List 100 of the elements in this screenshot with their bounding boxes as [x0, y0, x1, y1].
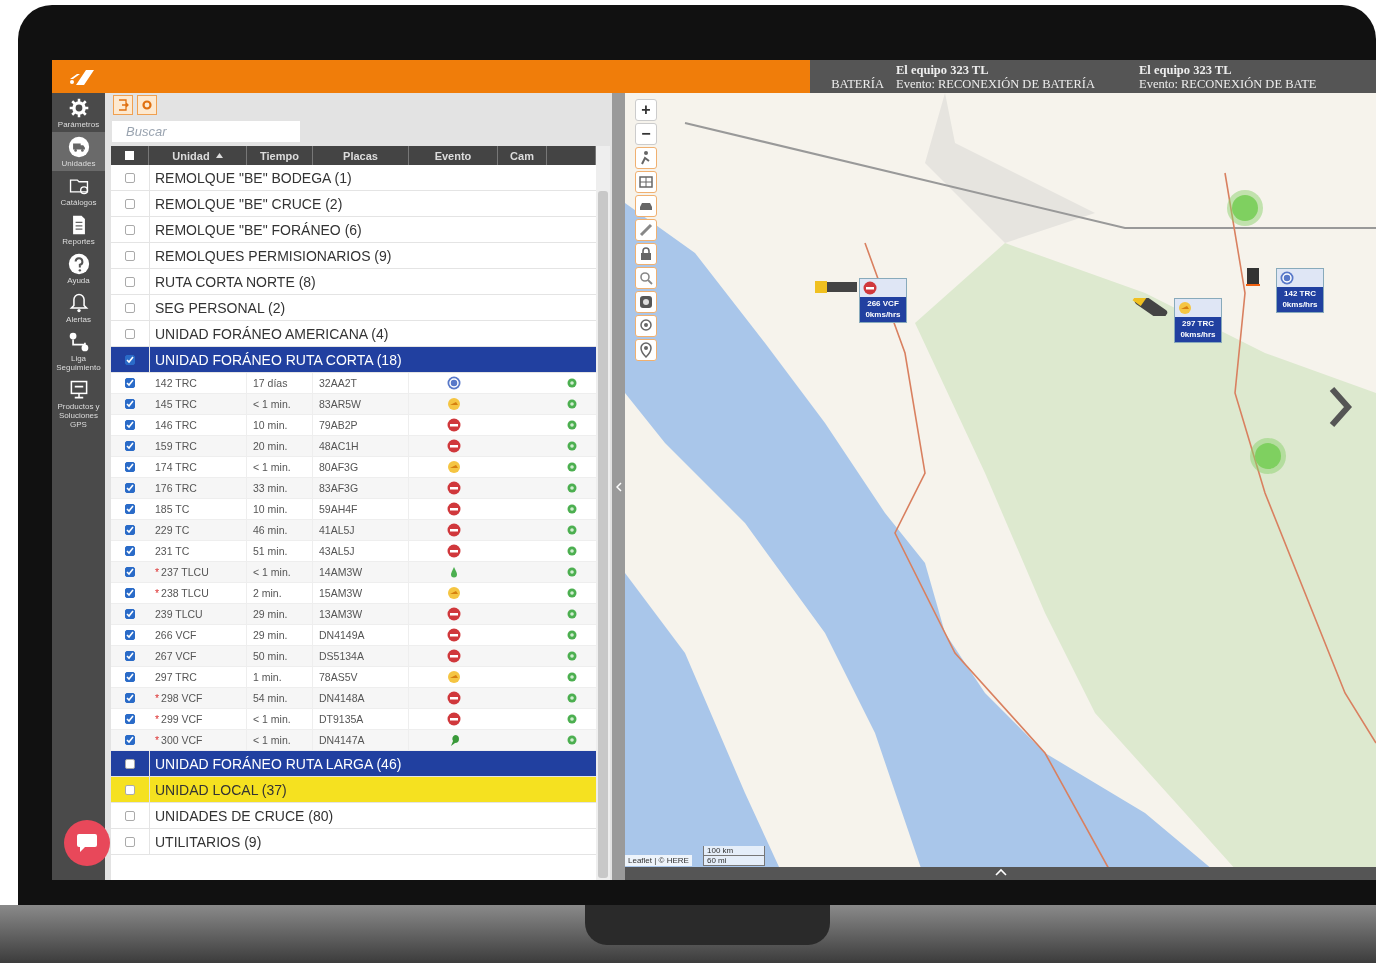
settings-button[interactable] — [137, 95, 157, 115]
export-button[interactable] — [113, 95, 133, 115]
settings-icon — [67, 97, 90, 119]
row-checkbox[interactable] — [125, 354, 135, 365]
help-icon — [67, 253, 90, 275]
row-checkbox[interactable] — [125, 588, 135, 598]
row-checkbox[interactable] — [125, 735, 135, 745]
row-checkbox[interactable] — [125, 276, 135, 287]
splitter-handle[interactable] — [612, 93, 625, 880]
row-checkbox[interactable] — [125, 630, 135, 640]
notification-title: El equipo 323 TL — [896, 63, 990, 77]
zoom-out-button[interactable]: − — [635, 123, 657, 145]
row-checkbox[interactable] — [125, 250, 135, 261]
group-row[interactable]: UNIDAD LOCAL (37) — [111, 777, 596, 803]
plate-cell: DN4149A — [319, 629, 365, 641]
plate-cell: 43AL5J — [319, 545, 355, 557]
group-row[interactable]: REMOLQUES PERMISIONARIOS (9) — [111, 243, 596, 269]
row-checkbox[interactable] — [125, 525, 135, 535]
unit-name: 231 TC — [155, 545, 190, 557]
row-checkbox[interactable] — [125, 198, 135, 209]
group-label: UNIDAD LOCAL (37) — [155, 781, 287, 798]
row-checkbox[interactable] — [125, 302, 135, 313]
sidebar-item[interactable]: Parámetros — [52, 93, 105, 132]
sidebar-item[interactable]: Liga Seguimiento — [52, 327, 105, 375]
status-dot-icon — [566, 420, 577, 430]
check-icon — [126, 355, 134, 364]
map-tool-button[interactable] — [635, 195, 657, 217]
column-header[interactable]: Tiempo — [247, 146, 313, 165]
row-checkbox[interactable] — [125, 693, 135, 703]
row-checkbox[interactable] — [125, 462, 135, 472]
zoom-in-button[interactable]: + — [635, 99, 657, 121]
group-row[interactable]: UNIDAD FORÁNEO RUTA LARGA (46) — [111, 751, 596, 777]
group-label: UNIDAD FORÁNEO AMERICANA (4) — [155, 325, 389, 342]
map-tool-button[interactable] — [635, 291, 657, 313]
row-checkbox[interactable] — [125, 609, 135, 619]
unit-name: 266 VCF — [155, 629, 197, 641]
row-checkbox[interactable] — [125, 714, 135, 724]
column-header[interactable]: Placas — [313, 146, 409, 165]
row-checkbox[interactable] — [125, 483, 135, 493]
row-checkbox[interactable] — [125, 651, 135, 661]
unit-name: 145 TRC — [155, 398, 197, 410]
flag-marker: * — [155, 692, 160, 704]
sidebar-item[interactable]: Productos y Soluciones GPS — [52, 375, 105, 432]
status-dot-icon — [566, 651, 577, 661]
group-row[interactable]: REMOLQUE "BE" FORÁNEO (6) — [111, 217, 596, 243]
time-cell: 29 min. — [253, 629, 288, 641]
column-header[interactable]: Evento — [409, 146, 498, 165]
row-checkbox[interactable] — [125, 810, 135, 821]
row-checkbox[interactable] — [125, 420, 135, 430]
time-cell: 10 min. — [253, 419, 288, 431]
row-checkbox[interactable] — [125, 758, 135, 769]
row-checkbox[interactable] — [125, 378, 135, 388]
group-row[interactable]: RUTA CORTA NORTE (8) — [111, 269, 596, 295]
map-tool-button[interactable] — [635, 147, 657, 169]
sidebar-item[interactable]: Reportes — [52, 210, 105, 249]
row-checkbox[interactable] — [125, 567, 135, 577]
unit-name: 300 VCF — [161, 734, 203, 746]
map-tool-button[interactable] — [635, 219, 657, 241]
check-icon — [126, 715, 134, 723]
check-icon — [126, 589, 134, 597]
map-tool-button[interactable] — [635, 339, 657, 361]
row-checkbox[interactable] — [125, 441, 135, 451]
header-checkbox[interactable] — [125, 151, 134, 160]
column-header[interactable]: Cam — [498, 146, 547, 165]
export-icon — [117, 99, 129, 111]
row-checkbox[interactable] — [125, 836, 135, 847]
map-tool-button[interactable] — [635, 171, 657, 193]
sidebar-item[interactable]: Unidades — [52, 132, 105, 171]
plate-cell: 32AA2T — [319, 377, 357, 389]
row-checkbox[interactable] — [125, 784, 135, 795]
scrollbar[interactable] — [596, 146, 610, 880]
vehicle-label[interactable]: 266 VCF 0kms/hrs — [859, 278, 907, 323]
row-checkbox[interactable] — [125, 504, 135, 514]
group-label: REMOLQUE "BE" BODEGA (1) — [155, 169, 352, 186]
sidebar-item[interactable]: Catálogos — [52, 171, 105, 210]
check-icon — [126, 442, 134, 450]
sidebar-item[interactable]: Ayuda — [52, 249, 105, 288]
column-header[interactable]: Unidad — [149, 146, 247, 165]
group-row[interactable]: UNIDAD FORÁNEO RUTA CORTA (18) — [111, 347, 596, 373]
time-cell: 1 min. — [253, 671, 282, 683]
map-tool-button[interactable] — [635, 243, 657, 265]
map-tool-button[interactable] — [635, 267, 657, 289]
group-row[interactable]: UTILITARIOS (9) — [111, 829, 596, 855]
group-row[interactable]: UNIDADES DE CRUCE (80) — [111, 803, 596, 829]
row-checkbox[interactable] — [125, 224, 135, 235]
row-checkbox[interactable] — [125, 672, 135, 682]
sidebar-item[interactable]: Alertas — [52, 288, 105, 327]
settings-icon — [141, 99, 153, 111]
vehicle-label[interactable]: 297 TRC 0kms/hrs — [1174, 298, 1222, 343]
group-row[interactable]: REMOLQUE "BE" BODEGA (1) — [111, 165, 596, 191]
group-row[interactable]: SEG PERSONAL (2) — [111, 295, 596, 321]
group-row[interactable]: REMOLQUE "BE" CRUCE (2) — [111, 191, 596, 217]
map-tool-button[interactable] — [635, 315, 657, 337]
row-checkbox[interactable] — [125, 399, 135, 409]
vehicle-label[interactable]: 142 TRC 0kms/hrs — [1276, 268, 1324, 313]
row-checkbox[interactable] — [125, 172, 135, 183]
search-field[interactable]: Buscar — [112, 121, 300, 142]
row-checkbox[interactable] — [125, 328, 135, 339]
row-checkbox[interactable] — [125, 546, 135, 556]
status-dot-icon — [566, 588, 577, 598]
